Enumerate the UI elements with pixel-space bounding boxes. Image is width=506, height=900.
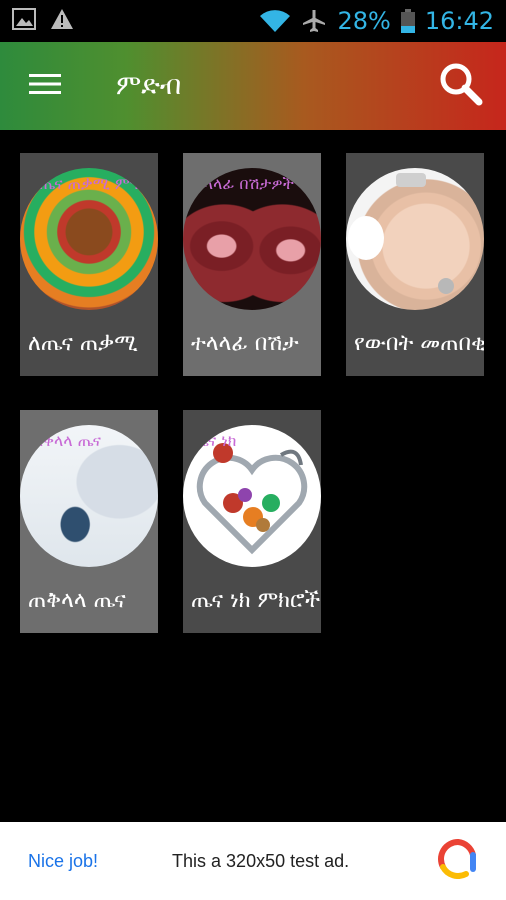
status-bar: 28% 16:42 <box>0 0 506 42</box>
healthy-food-thumbnail: ለጤና ጠቃሚ ምግቦች <box>20 168 158 310</box>
category-card-beauty[interactable]: የውበት መጠበቂያ <box>346 153 484 376</box>
category-card-healthy-food[interactable]: ለጤና ጠቃሚ ምግቦች ለጤና ጠቃሚ <box>20 153 158 376</box>
battery-percent: 28% <box>337 7 391 35</box>
wifi-icon <box>259 9 291 33</box>
thumbnail-caption: ለጤና ጠቃሚ ምግቦች <box>30 174 158 193</box>
category-card-general-health[interactable]: ጠቅላላ ጤና ጠቅላላ ጤና <box>20 410 158 633</box>
search-button[interactable] <box>416 42 506 130</box>
image-icon <box>12 8 36 34</box>
category-card-health-tips[interactable]: ጤና ነክ ጤና ነክ ምክሮች <box>183 410 321 633</box>
warning-icon <box>50 8 74 34</box>
category-label: የውበት መጠበቂያ <box>354 331 484 356</box>
app-bar: ምድብ <box>0 42 506 130</box>
airplane-icon <box>301 8 327 34</box>
thumbnail-caption: ጠቅላላ ጤና <box>30 431 101 450</box>
search-icon <box>439 62 483 110</box>
menu-button[interactable] <box>0 42 90 130</box>
ad-center-text: This a 320x50 test ad. <box>172 850 350 871</box>
hamburger-menu-icon <box>29 72 61 100</box>
category-label: ለጤና ጠቃሚ <box>28 331 138 356</box>
category-label: ጤና ነክ ምክሮች <box>191 588 321 613</box>
health-tips-thumbnail: ጤና ነክ <box>183 425 321 567</box>
thumbnail-caption: ተላላፊ በሽታዎች <box>193 174 294 193</box>
app-screen: 28% 16:42 ምድብ ለጤና ጠቃሚ ምግቦች ለጤና ጠቃሚ ተላላፊ … <box>0 0 506 900</box>
battery-icon <box>400 9 415 33</box>
clock: 16:42 <box>424 7 494 35</box>
beauty-thumbnail <box>346 168 484 310</box>
infectious-disease-thumbnail: ተላላፊ በሽታዎች <box>183 168 321 310</box>
category-label: ተላላፊ በሽታ <box>191 331 299 356</box>
ad-logo-icon <box>438 839 478 883</box>
ad-left-text: Nice job! <box>28 850 99 871</box>
thumbnail-caption: ጤና ነክ <box>193 431 237 450</box>
ad-banner[interactable]: Nice job! This a 320x50 test ad. <box>0 822 506 900</box>
category-card-infectious-disease[interactable]: ተላላፊ በሽታዎች ተላላፊ በሽታ <box>183 153 321 376</box>
category-label: ጠቅላላ ጤና <box>28 588 126 613</box>
page-title: ምድብ <box>116 70 182 101</box>
general-health-thumbnail: ጠቅላላ ጤና <box>20 425 158 567</box>
